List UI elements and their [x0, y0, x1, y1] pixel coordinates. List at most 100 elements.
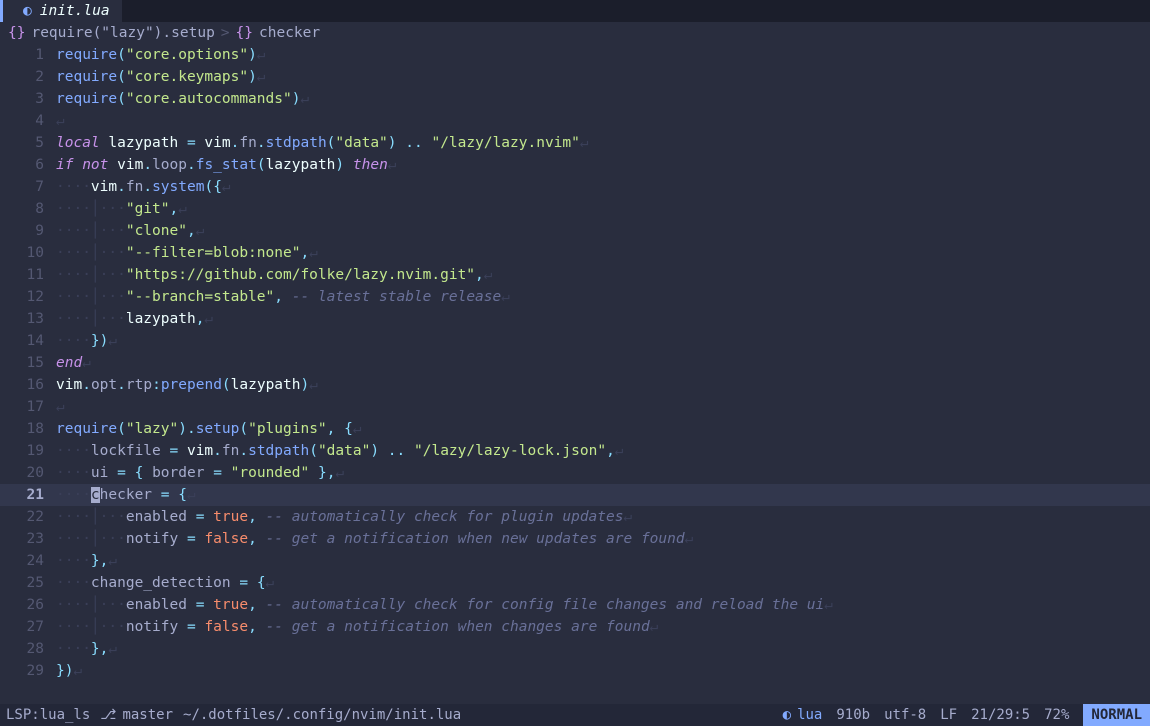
- code-line[interactable]: 29})↵: [0, 660, 1150, 682]
- filetype: ◐ lua: [783, 704, 823, 726]
- code-line[interactable]: 18require("lazy").setup("plugins", {↵: [0, 418, 1150, 440]
- code-content: require("lazy").setup("plugins", {↵: [56, 418, 1150, 440]
- code-line[interactable]: 3require("core.autocommands")↵: [0, 88, 1150, 110]
- line-number: 7: [0, 176, 56, 198]
- line-number: 26: [0, 594, 56, 616]
- code-content: end↵: [56, 352, 1150, 374]
- winbar-segment: require("lazy").setup: [31, 22, 214, 44]
- code-content: vim.opt.rtp:prepend(lazypath)↵: [56, 374, 1150, 396]
- code-content: ····│···notify = false, -- get a notific…: [56, 616, 1150, 638]
- line-number: 10: [0, 242, 56, 264]
- code-content: require("core.keymaps")↵: [56, 66, 1150, 88]
- code-line[interactable]: 14····})↵: [0, 330, 1150, 352]
- line-number: 17: [0, 396, 56, 418]
- code-content: ····│···notify = false, -- get a notific…: [56, 528, 1150, 550]
- line-number: 21: [0, 484, 56, 506]
- git-branch: ⎇ master: [100, 704, 173, 726]
- code-line[interactable]: 22····│···enabled = true, -- automatical…: [0, 506, 1150, 528]
- statusline: LSP:lua_ls ⎇ master ~/.dotfiles/.config/…: [0, 704, 1150, 726]
- code-line[interactable]: 23····│···notify = false, -- get a notif…: [0, 528, 1150, 550]
- code-line[interactable]: 2require("core.keymaps")↵: [0, 66, 1150, 88]
- line-number: 25: [0, 572, 56, 594]
- code-content: ····│···lazypath,↵: [56, 308, 1150, 330]
- code-content: ····change_detection = {↵: [56, 572, 1150, 594]
- file-encoding: utf-8: [884, 704, 926, 726]
- code-content: ····ui = { border = "rounded" },↵: [56, 462, 1150, 484]
- code-line[interactable]: 15end↵: [0, 352, 1150, 374]
- tab-active[interactable]: ◐ init.lua: [0, 0, 122, 22]
- code-line[interactable]: 21····checker = {↵: [0, 484, 1150, 506]
- lua-icon: ◐: [783, 704, 791, 726]
- line-number: 8: [0, 198, 56, 220]
- line-number: 22: [0, 506, 56, 528]
- code-content: })↵: [56, 660, 1150, 682]
- line-number: 28: [0, 638, 56, 660]
- code-content: if not vim.loop.fs_stat(lazypath) then↵: [56, 154, 1150, 176]
- code-content: ↵: [56, 110, 1150, 132]
- code-content: ····},↵: [56, 550, 1150, 572]
- filetype-label: lua: [797, 704, 822, 726]
- line-number: 4: [0, 110, 56, 132]
- code-line[interactable]: 4↵: [0, 110, 1150, 132]
- file-path: ~/.dotfiles/.config/nvim/init.lua: [183, 704, 461, 726]
- line-number: 15: [0, 352, 56, 374]
- winbar-brace-icon: {}: [8, 22, 25, 44]
- code-content: local lazypath = vim.fn.stdpath("data") …: [56, 132, 1150, 154]
- code-line[interactable]: 25····change_detection = {↵: [0, 572, 1150, 594]
- code-content: ····checker = {↵: [56, 484, 1150, 506]
- code-line[interactable]: 6if not vim.loop.fs_stat(lazypath) then↵: [0, 154, 1150, 176]
- code-line[interactable]: 19····lockfile = vim.fn.stdpath("data") …: [0, 440, 1150, 462]
- winbar-brace-icon: {}: [236, 22, 253, 44]
- code-line[interactable]: 17↵: [0, 396, 1150, 418]
- code-line[interactable]: 26····│···enabled = true, -- automatical…: [0, 594, 1150, 616]
- line-number: 3: [0, 88, 56, 110]
- line-number: 23: [0, 528, 56, 550]
- code-content: require("core.autocommands")↵: [56, 88, 1150, 110]
- code-content: ····lockfile = vim.fn.stdpath("data") ..…: [56, 440, 1150, 462]
- code-content: ····│···"--filter=blob:none",↵: [56, 242, 1150, 264]
- code-line[interactable]: 12····│···"--branch=stable", -- latest s…: [0, 286, 1150, 308]
- line-number: 19: [0, 440, 56, 462]
- line-number: 6: [0, 154, 56, 176]
- code-line[interactable]: 24····},↵: [0, 550, 1150, 572]
- line-number: 18: [0, 418, 56, 440]
- code-line[interactable]: 16vim.opt.rtp:prepend(lazypath)↵: [0, 374, 1150, 396]
- line-number: 27: [0, 616, 56, 638]
- editor-area[interactable]: 1require("core.options")↵2require("core.…: [0, 44, 1150, 704]
- line-number: 2: [0, 66, 56, 88]
- code-content: require("core.options")↵: [56, 44, 1150, 66]
- line-number: 12: [0, 286, 56, 308]
- code-line[interactable]: 5local lazypath = vim.fn.stdpath("data")…: [0, 132, 1150, 154]
- code-line[interactable]: 7····vim.fn.system({↵: [0, 176, 1150, 198]
- lsp-status: LSP:lua_ls: [6, 704, 90, 726]
- winbar: {} require("lazy").setup > {} checker: [0, 22, 1150, 44]
- code-content: ····})↵: [56, 330, 1150, 352]
- cursor-position: 21/29:5: [971, 704, 1030, 726]
- code-content: ↵: [56, 396, 1150, 418]
- branch-icon: ⎇: [100, 704, 116, 726]
- code-line[interactable]: 8····│···"git",↵: [0, 198, 1150, 220]
- code-line[interactable]: 10····│···"--filter=blob:none",↵: [0, 242, 1150, 264]
- code-line[interactable]: 9····│···"clone",↵: [0, 220, 1150, 242]
- code-line[interactable]: 1require("core.options")↵: [0, 44, 1150, 66]
- line-number: 16: [0, 374, 56, 396]
- code-line[interactable]: 28····},↵: [0, 638, 1150, 660]
- code-line[interactable]: 20····ui = { border = "rounded" },↵: [0, 462, 1150, 484]
- code-content: ····},↵: [56, 638, 1150, 660]
- vim-mode: NORMAL: [1083, 704, 1150, 726]
- tab-bar: ◐ init.lua: [0, 0, 1150, 22]
- line-number: 29: [0, 660, 56, 682]
- code-content: ····│···"git",↵: [56, 198, 1150, 220]
- tab-filename: init.lua: [40, 0, 110, 22]
- scroll-percent: 72%: [1044, 704, 1069, 726]
- code-line[interactable]: 13····│···lazypath,↵: [0, 308, 1150, 330]
- chevron-icon: >: [221, 22, 230, 44]
- code-content: ····│···"--branch=stable", -- latest sta…: [56, 286, 1150, 308]
- line-number: 14: [0, 330, 56, 352]
- code-content: ····vim.fn.system({↵: [56, 176, 1150, 198]
- code-content: ····│···"clone",↵: [56, 220, 1150, 242]
- code-content: ····│···enabled = true, -- automatically…: [56, 594, 1150, 616]
- code-line[interactable]: 27····│···notify = false, -- get a notif…: [0, 616, 1150, 638]
- line-number: 11: [0, 264, 56, 286]
- code-line[interactable]: 11····│···"https://github.com/folke/lazy…: [0, 264, 1150, 286]
